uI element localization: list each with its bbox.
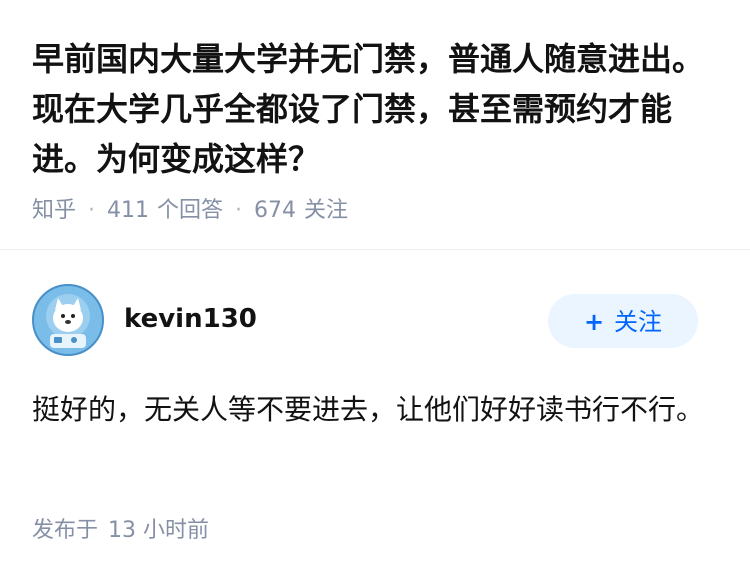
question-meta: 知乎 · 411 个回答 · 674 关注 — [32, 196, 348, 226]
question-header: 早前国内大量大学并无门禁，普通人随意进出。现在大学几乎全都设了门禁，甚至需预约才… — [0, 0, 750, 250]
answer-published-time: 发布于 13 小时前 — [32, 516, 209, 546]
follower-count-label: 关注 — [304, 198, 349, 223]
source-label[interactable]: 知乎 — [32, 196, 76, 226]
answer-count-label: 个回答 — [157, 198, 224, 223]
published-time: 13 小时前 — [108, 518, 210, 543]
meta-separator: · — [235, 198, 243, 223]
answer-content[interactable]: 挺好的，无关人等不要进去，让他们好好读书行不行。 — [32, 386, 712, 434]
answer-card: kevin130 + 关注 挺好的，无关人等不要进去，让他们好好读书行不行。 发布… — [0, 250, 750, 582]
question-title[interactable]: 早前国内大量大学并无门禁，普通人随意进出。现在大学几乎全都设了门禁，甚至需预约才… — [32, 34, 722, 184]
answer-count: 411 — [107, 198, 150, 223]
follow-button-label: 关注 — [614, 308, 663, 336]
husky-astronaut-avatar-icon — [34, 286, 102, 354]
meta-separator: · — [88, 198, 96, 223]
follow-button[interactable]: + 关注 — [548, 294, 698, 348]
plus-icon: + — [583, 308, 605, 336]
published-label: 发布于 — [32, 518, 99, 543]
follower-count: 674 — [254, 198, 297, 223]
author-name[interactable]: kevin130 — [124, 302, 257, 336]
avatar[interactable] — [32, 284, 104, 356]
